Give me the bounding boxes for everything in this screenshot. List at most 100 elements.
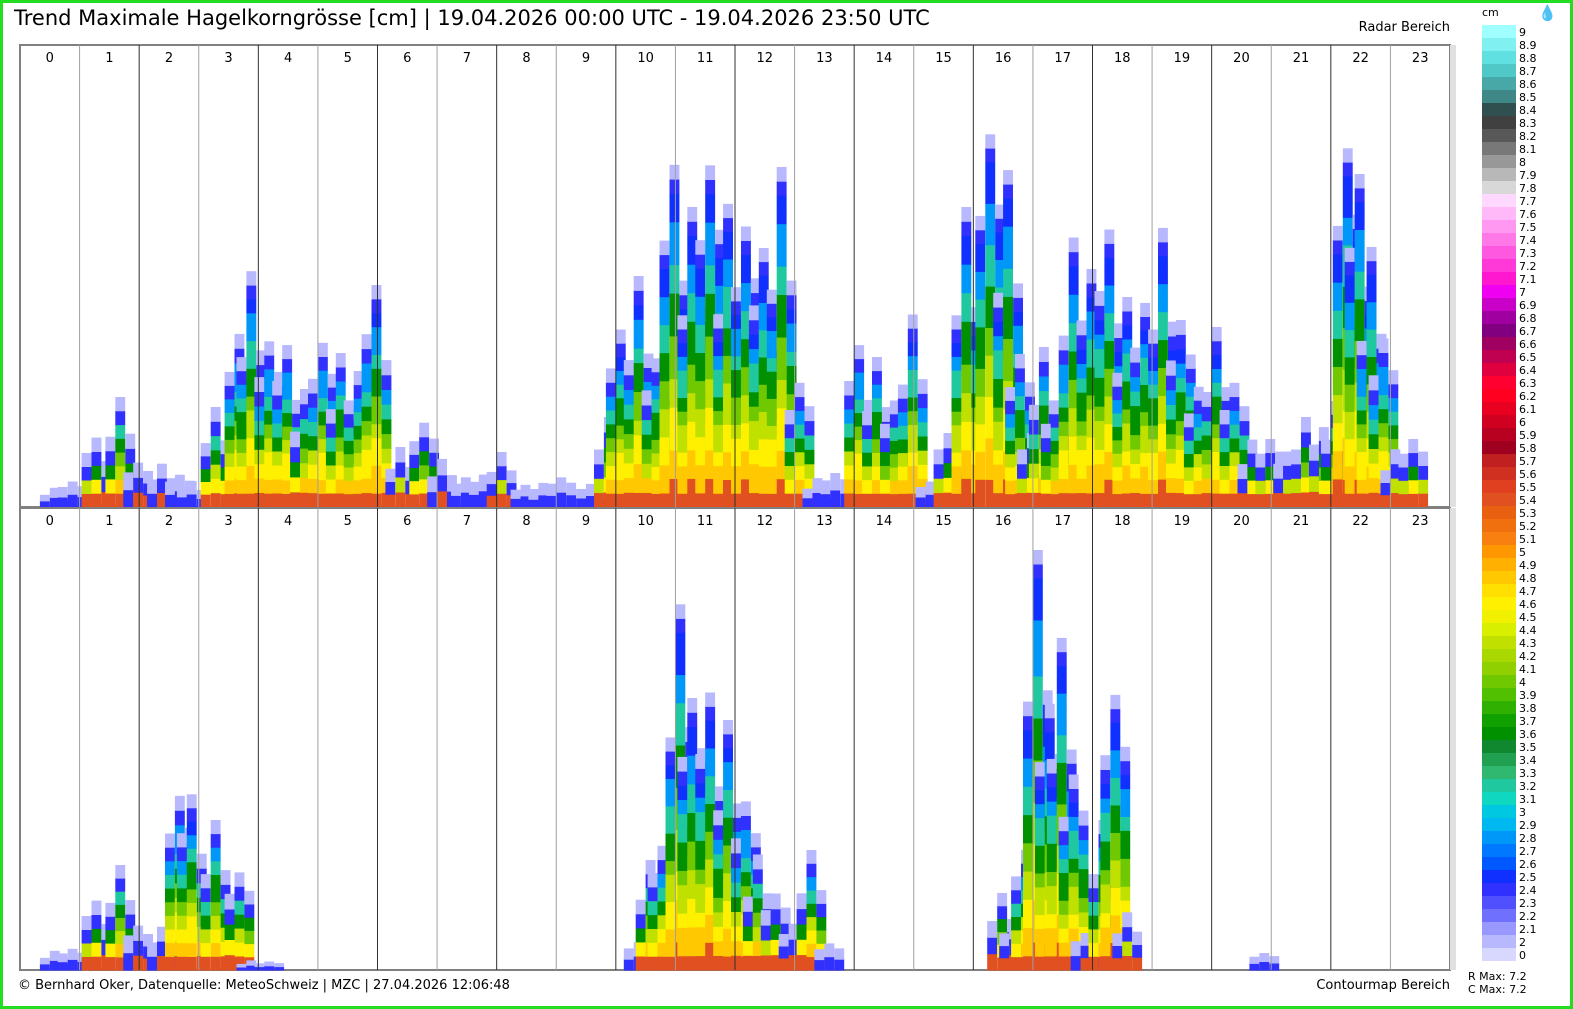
hail-bar-segment bbox=[186, 888, 197, 903]
hail-bar-segment bbox=[731, 465, 741, 480]
hail-bar-segment bbox=[975, 299, 986, 314]
hail-bar-segment bbox=[1239, 420, 1250, 436]
hail-bar-segment bbox=[1366, 260, 1377, 275]
hail-bar-segment bbox=[1356, 423, 1367, 439]
hail-bar-segment bbox=[1183, 413, 1194, 428]
hail-bar-segment bbox=[91, 900, 102, 915]
hail-bar-segment bbox=[677, 785, 688, 800]
hail-bar-segment bbox=[975, 465, 986, 480]
hail-bar-segment bbox=[234, 900, 245, 915]
hail-bar-segment bbox=[1040, 465, 1051, 480]
hail-bar-segment bbox=[381, 418, 392, 435]
hail-bar-segment bbox=[742, 940, 753, 956]
hail-bar-segment bbox=[1183, 453, 1194, 468]
hail-bar-segment bbox=[1110, 777, 1121, 792]
hail-bar-segment bbox=[776, 252, 787, 267]
hail-bar-segment bbox=[308, 393, 318, 408]
hail-bar-segment bbox=[677, 927, 688, 943]
hail-bar-segment bbox=[244, 890, 255, 905]
hail-bar-segment bbox=[760, 910, 771, 926]
hail-bar-segment bbox=[1088, 928, 1099, 944]
hail-bar-segment bbox=[1034, 776, 1045, 791]
hail-bar-segment bbox=[951, 397, 962, 412]
hail-bar-segment bbox=[1023, 814, 1033, 830]
hail-bar-segment bbox=[695, 912, 706, 928]
hail-bar-segment bbox=[244, 917, 255, 931]
hail-bar-segment bbox=[1078, 868, 1089, 884]
hail-bar-segment bbox=[325, 479, 336, 494]
hour-label: 15 bbox=[935, 51, 952, 66]
r-max-label: R Max: 7.2 bbox=[1468, 970, 1527, 983]
hail-bar-segment bbox=[1034, 831, 1045, 846]
hail-bar-segment bbox=[1023, 857, 1033, 872]
hail-bar-segment bbox=[633, 333, 644, 349]
hail-bar-segment bbox=[1112, 933, 1123, 946]
hail-bar-segment bbox=[961, 392, 972, 408]
hail-bar-segment bbox=[1005, 387, 1015, 401]
hail-bar-segment bbox=[1040, 423, 1051, 439]
hail-bar-segment bbox=[647, 914, 658, 929]
hail-bar-segment bbox=[1408, 493, 1419, 508]
hail-bar-segment bbox=[665, 874, 676, 889]
hail-bar-segment bbox=[1068, 774, 1079, 789]
hail-bar-segment bbox=[1044, 745, 1055, 761]
hail-bar-segment bbox=[1104, 257, 1115, 272]
hail-bar-segment bbox=[731, 301, 741, 316]
hail-bar-segment bbox=[115, 891, 126, 905]
hail-bar-segment bbox=[1120, 816, 1131, 831]
hail-bar-segment bbox=[705, 165, 716, 180]
hail-bar-segment bbox=[1356, 451, 1367, 466]
hail-bar-segment bbox=[133, 492, 144, 508]
hail-bar-segment bbox=[1076, 349, 1087, 364]
hail-bar-segment bbox=[1058, 492, 1069, 508]
hail-bar-segment bbox=[234, 914, 245, 929]
hail-bar-segment bbox=[308, 492, 318, 508]
hail-bar-segment bbox=[705, 236, 716, 252]
hail-bar-segment bbox=[897, 493, 908, 508]
hail-bar-segment bbox=[985, 148, 996, 163]
hail-bar-segment bbox=[677, 493, 688, 508]
hail-bar-segment bbox=[115, 397, 126, 412]
hail-bar-segment bbox=[806, 850, 817, 864]
hail-bar-segment bbox=[723, 761, 733, 777]
hail-bar-segment bbox=[907, 397, 918, 412]
hail-bar-segment bbox=[723, 258, 733, 274]
hail-bar-segment bbox=[1378, 352, 1389, 367]
hail-bar-segment bbox=[796, 893, 807, 910]
hail-bar-segment bbox=[67, 481, 78, 495]
hail-bar-segment bbox=[343, 427, 354, 441]
hail-bar-segment bbox=[665, 751, 676, 766]
hail-bar-segment bbox=[361, 406, 372, 422]
hail-bar-segment bbox=[1056, 762, 1067, 777]
hail-bar-segment bbox=[133, 925, 144, 941]
hail-bar-segment bbox=[907, 465, 918, 480]
hail-bar-segment bbox=[1015, 423, 1025, 438]
hail-bar-segment bbox=[1003, 212, 1013, 227]
hail-bar-segment bbox=[802, 497, 813, 508]
hail-bar-segment bbox=[1088, 887, 1099, 902]
hail-bar-segment bbox=[1076, 377, 1087, 393]
hail-bar-segment bbox=[806, 930, 817, 944]
hail-bar-segment bbox=[1100, 755, 1111, 770]
hail-bar-segment bbox=[731, 882, 741, 898]
hail-bar-segment bbox=[770, 893, 781, 910]
hail-bar-segment bbox=[556, 492, 567, 508]
hail-bar-segment bbox=[1003, 170, 1013, 185]
hail-bar-segment bbox=[1366, 301, 1377, 316]
hail-bar-segment bbox=[675, 702, 686, 718]
hail-bar-segment bbox=[665, 833, 676, 848]
hail-bar-segment bbox=[731, 940, 741, 956]
hail-bar-segment bbox=[1388, 424, 1399, 440]
hail-bar-segment bbox=[647, 928, 658, 943]
hail-bar-segment bbox=[1058, 464, 1069, 479]
hail-bar-segment bbox=[917, 393, 928, 409]
hail-bar-segment bbox=[186, 807, 197, 822]
hail-bar-segment bbox=[176, 496, 187, 508]
hail-bar-segment bbox=[975, 257, 986, 272]
hail-bar-segment bbox=[186, 848, 197, 863]
hail-bar-segment bbox=[897, 425, 908, 440]
hail-bar-segment bbox=[1354, 257, 1365, 272]
hail-bar-segment bbox=[1005, 440, 1015, 455]
hail-bar-segment bbox=[224, 893, 235, 910]
hail-bar-segment bbox=[784, 423, 795, 439]
